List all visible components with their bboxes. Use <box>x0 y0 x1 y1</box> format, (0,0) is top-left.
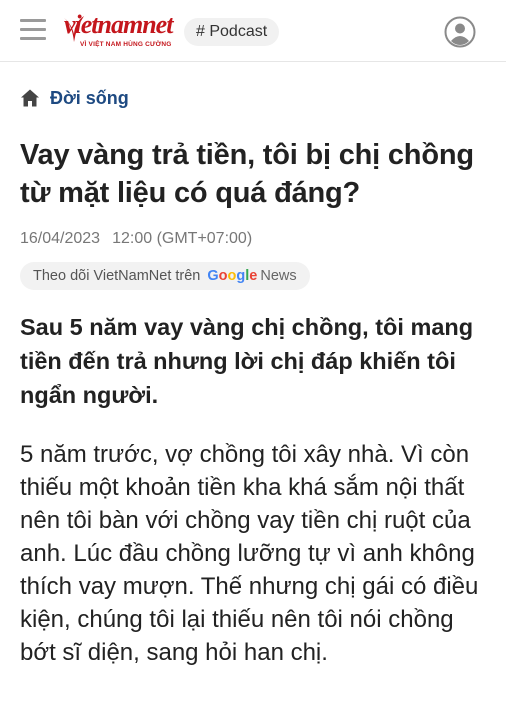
article-body-paragraph: 5 năm trước, vợ chồng tôi xây nhà. Vì cò… <box>20 441 479 666</box>
podcast-tag-button[interactable]: # Podcast <box>184 18 280 46</box>
publish-date: 16/04/2023 <box>20 230 101 247</box>
logo-tagline: VÌ VIỆT NAM HÙNG CƯỜNG <box>80 41 172 48</box>
logo-wordmark: vietnamnet <box>64 10 173 39</box>
article-lead: Sau 5 năm vay vàng chị chồng, tôi mang t… <box>20 314 474 408</box>
article-meta: 16/04/2023 12:00 (GMT+07:00) <box>20 230 486 248</box>
breadcrumb[interactable]: Đời sống <box>20 86 486 110</box>
vietnamnet-logo[interactable]: vietnamnet VÌ VIỆT NAM HÙNG CƯỜNG <box>62 10 174 52</box>
article-content: Đời sống Vay vàng trả tiền, tôi bị chị c… <box>0 86 506 669</box>
google-news-label: News <box>260 268 297 284</box>
publish-time: 12:00 (GMT+07:00) <box>112 230 253 247</box>
breadcrumb-category[interactable]: Đời sống <box>50 88 129 109</box>
follow-google-news-button[interactable]: Theo dõi VietNamNet trên Google News <box>20 262 310 290</box>
home-icon <box>21 89 39 107</box>
article-title: Vay vàng trả tiền, tôi bị chị chồng từ m… <box>20 139 474 209</box>
menu-icon[interactable] <box>20 19 46 41</box>
user-avatar-icon[interactable] <box>444 16 476 48</box>
top-header: vietnamnet VÌ VIỆT NAM HÙNG CƯỜNG # Podc… <box>0 0 506 62</box>
google-logo: Google <box>207 268 258 284</box>
follow-text: Theo dõi VietNamNet trên <box>33 268 201 284</box>
